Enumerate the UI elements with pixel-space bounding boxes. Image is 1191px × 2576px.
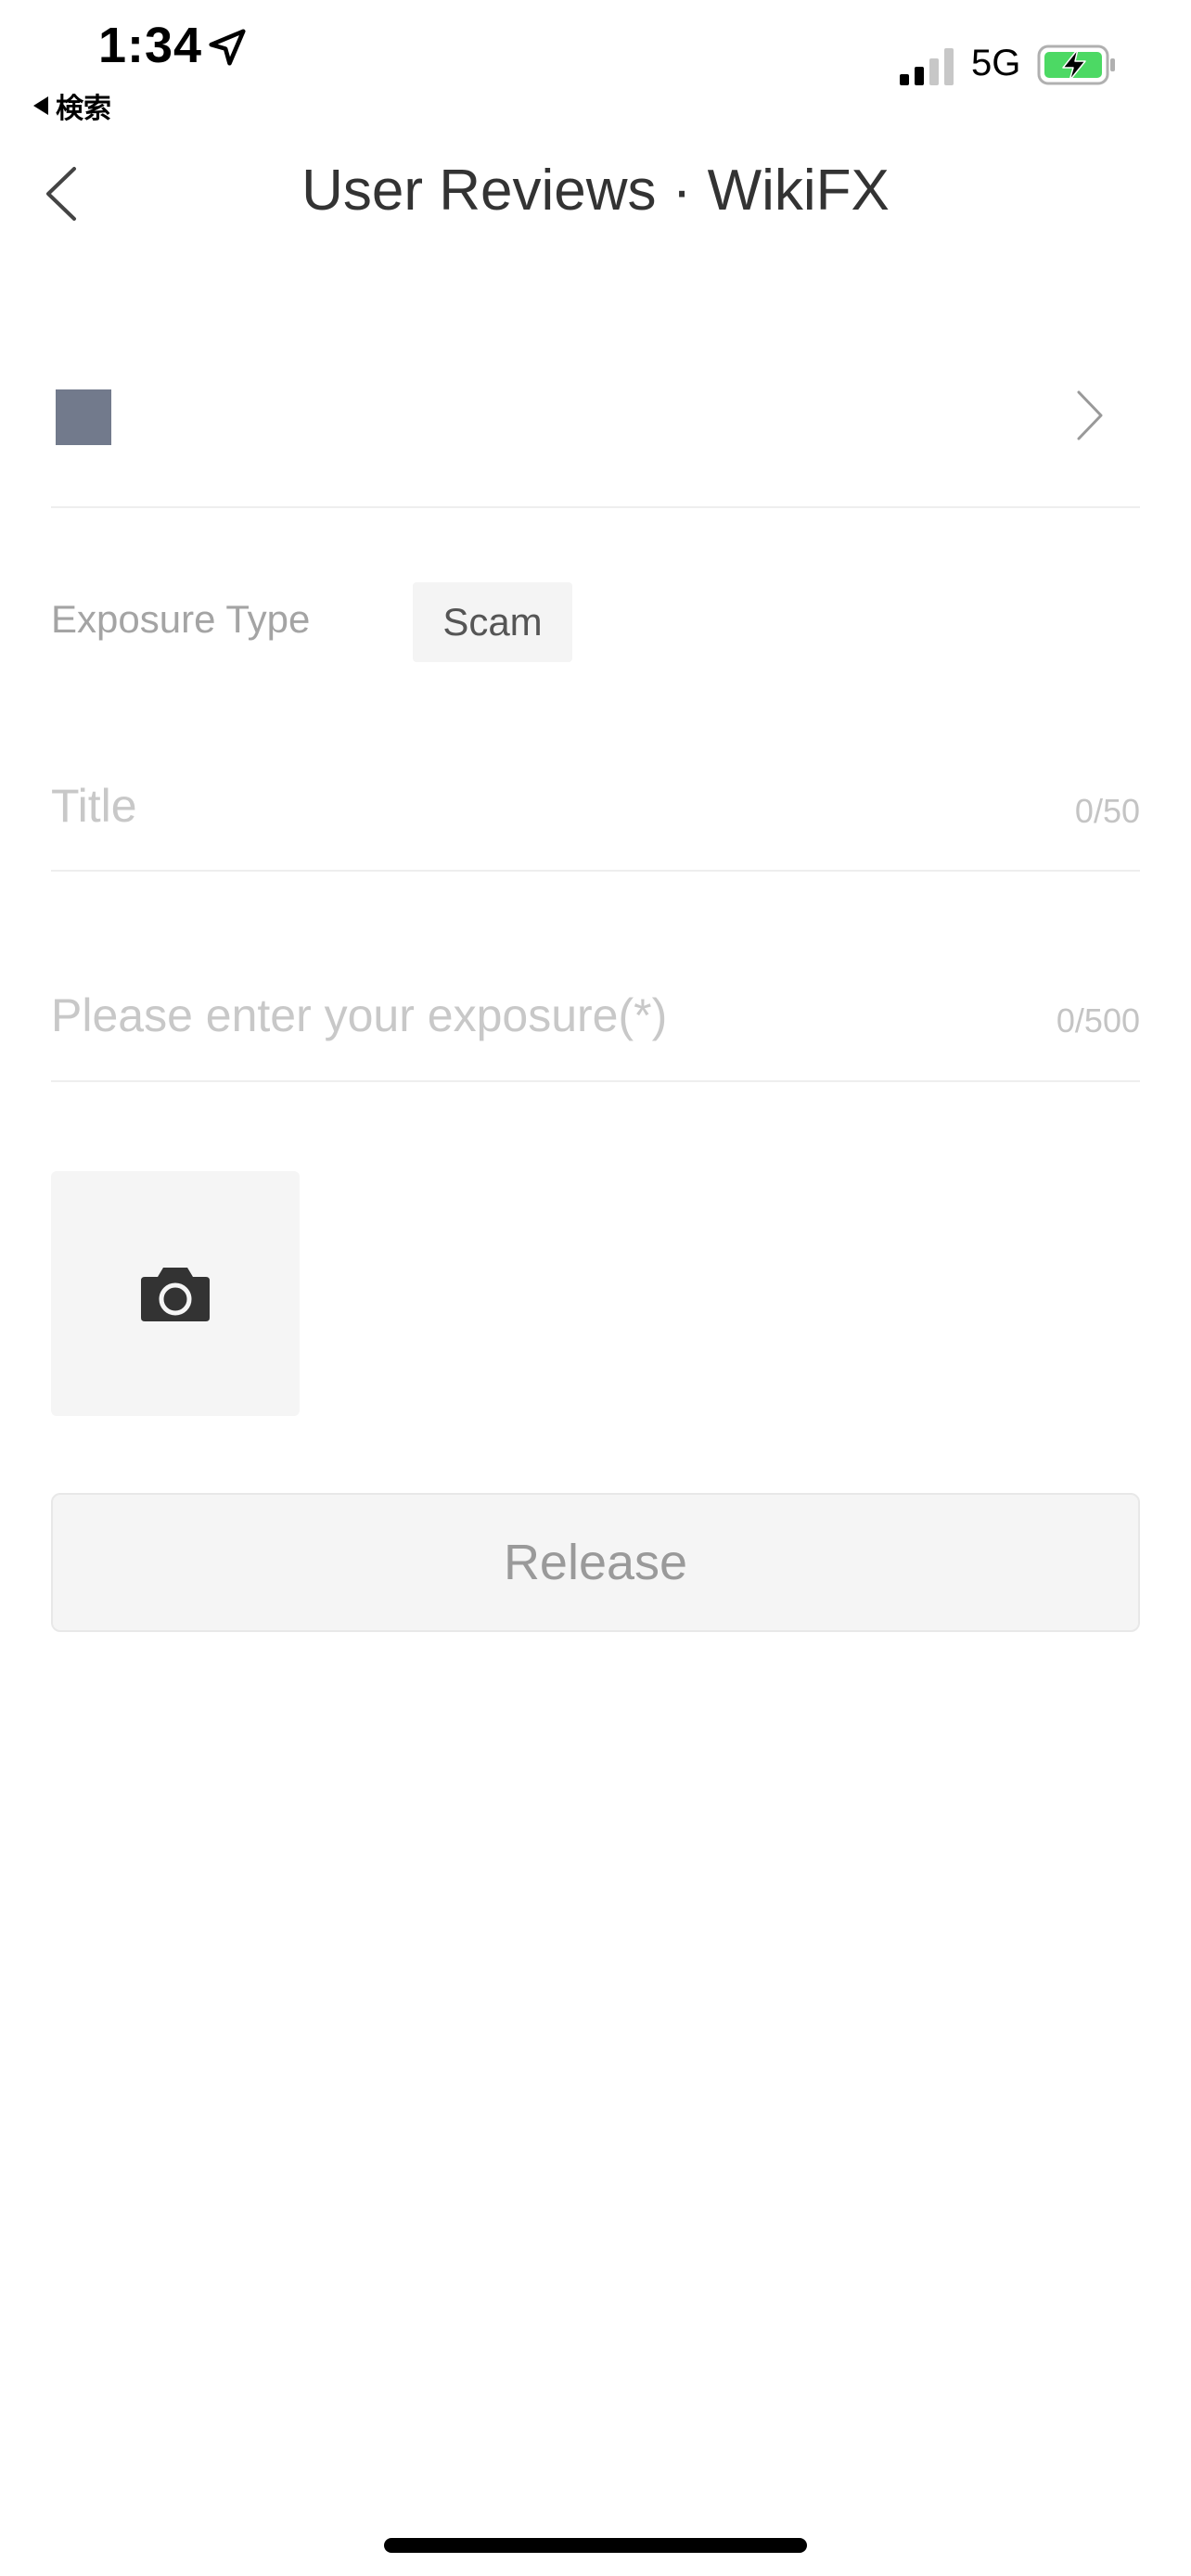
home-indicator[interactable] (384, 2538, 807, 2553)
chevron-right-icon[interactable] (1074, 388, 1106, 443)
back-to-app-link[interactable]: 検索 (33, 85, 111, 126)
divider (51, 506, 1140, 508)
back-triangle-icon (33, 96, 48, 115)
divider (51, 1080, 1140, 1082)
location-arrow-icon (209, 29, 246, 66)
cellular-signal-icon (900, 48, 954, 85)
divider (51, 870, 1140, 872)
release-button[interactable]: Release (51, 1493, 1140, 1632)
camera-icon (141, 1268, 210, 1321)
status-time: 1:34 (98, 18, 203, 73)
exposure-type-tag-scam[interactable]: Scam (413, 582, 572, 662)
exposure-type-label: Exposure Type (51, 597, 311, 641)
page-title: User Reviews · WikiFX (301, 159, 890, 223)
title-char-counter: 0/50 (1074, 792, 1140, 830)
add-photo-button[interactable] (51, 1171, 300, 1416)
battery-charging-icon (1037, 45, 1115, 85)
back-to-app-label: 検索 (56, 94, 111, 124)
title-input[interactable] (51, 777, 979, 835)
broker-avatar[interactable] (56, 389, 111, 445)
network-type: 5G (971, 43, 1021, 83)
exposure-content-input[interactable] (51, 987, 979, 1044)
content-char-counter: 0/500 (1056, 1001, 1140, 1039)
